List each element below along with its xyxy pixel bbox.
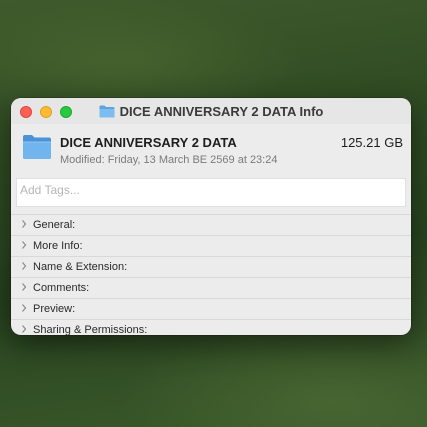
tags-field[interactable]: Add Tags... [16, 178, 406, 207]
title-bar[interactable]: DICE ANNIVERSARY 2 DATA Info [11, 98, 411, 124]
info-window: DICE ANNIVERSARY 2 DATA Info DICE ANNIVE… [11, 98, 411, 335]
chevron-right-icon [22, 325, 27, 333]
folder-icon [99, 105, 115, 121]
chevron-right-icon [22, 262, 27, 270]
section-label: Preview: [33, 303, 76, 315]
window-title: DICE ANNIVERSARY 2 DATA Info [11, 104, 411, 121]
section-sharing-permissions[interactable]: Sharing & Permissions: [11, 320, 411, 335]
section-label: Comments: [33, 282, 90, 294]
chevron-right-icon [22, 304, 27, 312]
section-label: More Info: [33, 240, 83, 252]
file-size: 125.21 GB [340, 135, 403, 150]
section-more-info[interactable]: More Info: [11, 236, 411, 257]
section-comments[interactable]: Comments: [11, 278, 411, 299]
modified-date: Modified: Friday, 13 March BE 2569 at 23… [60, 154, 278, 166]
section-label: Sharing & Permissions: [33, 324, 148, 335]
window-title-text: DICE ANNIVERSARY 2 DATA Info [119, 104, 324, 119]
file-header: DICE ANNIVERSARY 2 DATA 125.21 GB Modifi… [11, 124, 411, 176]
chevron-right-icon [22, 283, 27, 291]
section-name-extension[interactable]: Name & Extension: [11, 257, 411, 278]
chevron-right-icon [22, 220, 27, 228]
file-name: DICE ANNIVERSARY 2 DATA [60, 135, 237, 150]
chevron-right-icon [22, 241, 27, 249]
info-sections: General: More Info: Name & Extension: Co… [11, 214, 411, 335]
section-label: General: [33, 219, 76, 231]
section-label: Name & Extension: [33, 261, 128, 273]
folder-icon [22, 134, 52, 165]
section-general[interactable]: General: [11, 214, 411, 236]
section-preview[interactable]: Preview: [11, 299, 411, 320]
